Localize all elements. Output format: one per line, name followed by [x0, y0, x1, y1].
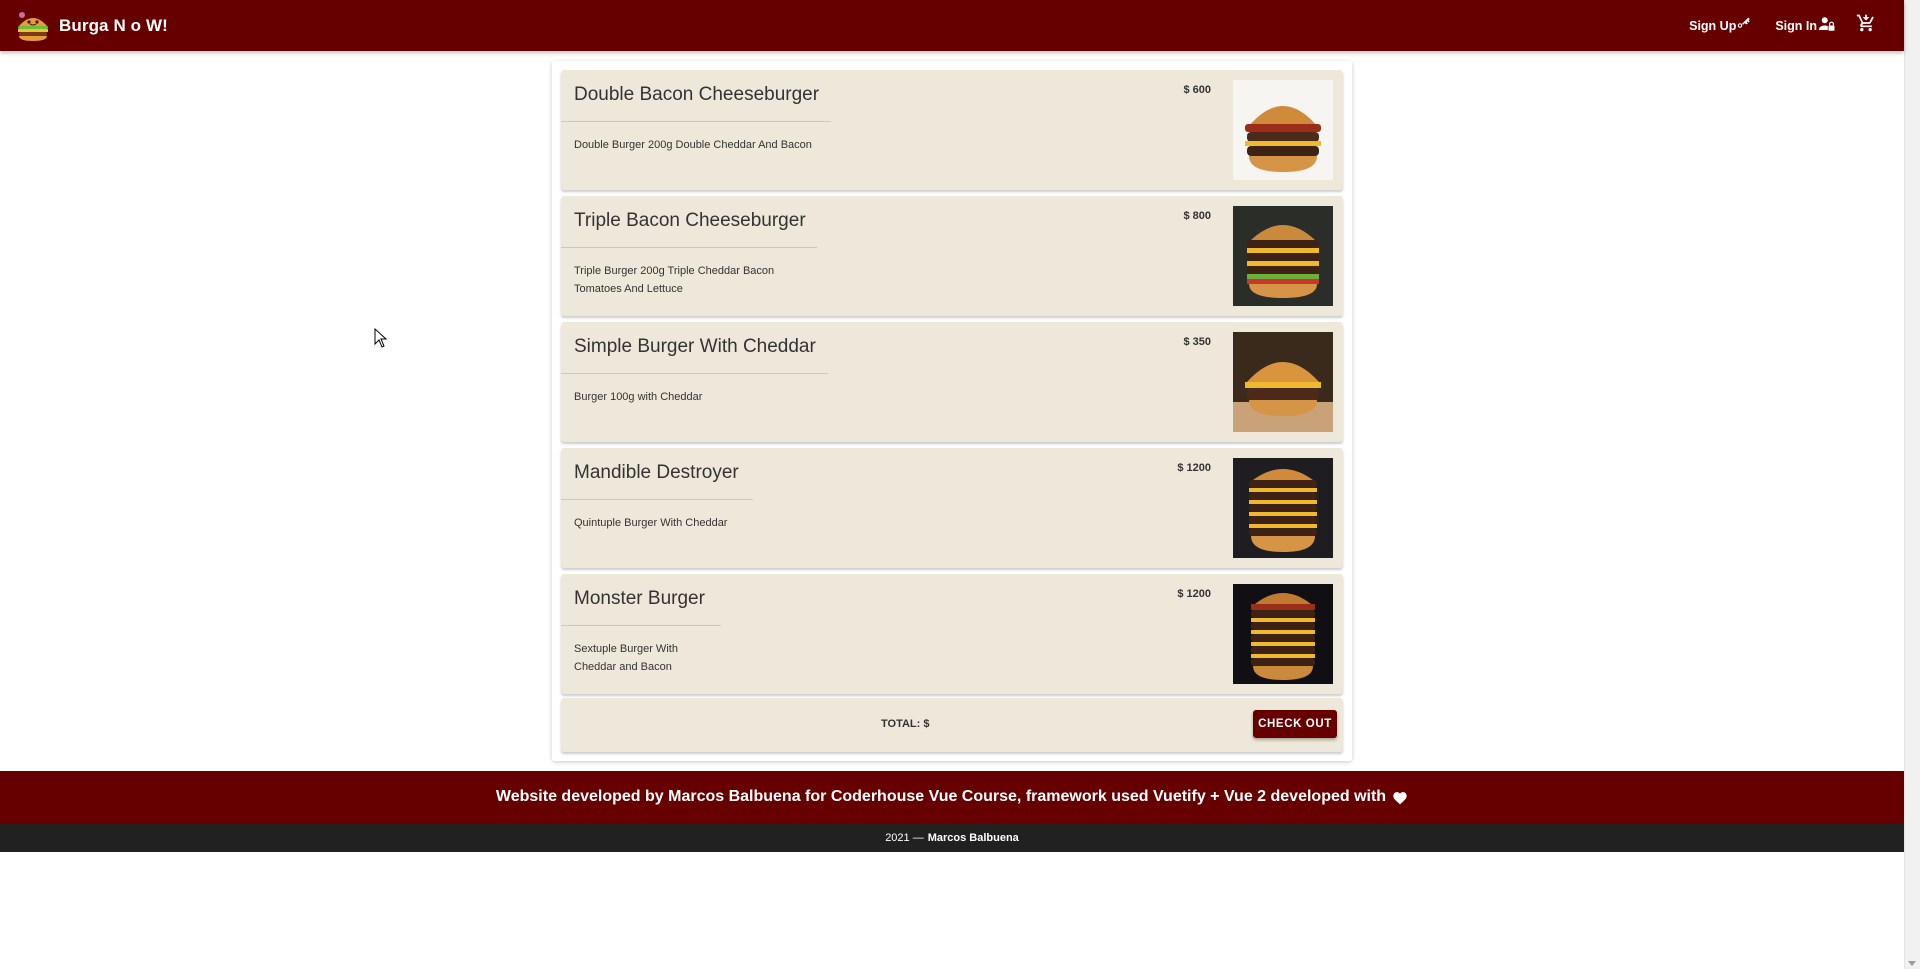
item-name: Double Bacon Cheeseburger [574, 84, 820, 105]
cart-item: Simple Burger With Cheddar Burger 100g w… [561, 322, 1343, 442]
cart-item: Triple Bacon Cheeseburger Triple Burger … [561, 196, 1343, 316]
vertical-scrollbar[interactable] [1904, 0, 1920, 969]
item-price: $ 600 [1183, 84, 1211, 96]
item-divider [561, 247, 817, 248]
item-divider [561, 625, 721, 626]
cart-item: Monster Burger Sextuple Burger With Ched… [561, 574, 1343, 694]
burger-logo-icon [15, 10, 51, 42]
cart-button[interactable] [1856, 13, 1876, 38]
burger-image [1233, 332, 1333, 432]
item-price: $ 1200 [1177, 462, 1211, 474]
page: Burga N o W! Sign Up Sign In Double Baco… [0, 0, 1920, 969]
item-price: $ 800 [1183, 210, 1211, 222]
item-description: Burger 100g with Cheddar [574, 391, 703, 403]
cart-item: Double Bacon Cheeseburger Double Burger … [561, 70, 1343, 190]
item-description: Double Burger 200g Double Cheddar And Ba… [574, 139, 812, 151]
scroll-down-arrow-icon[interactable] [1908, 961, 1916, 966]
footer-credit-text: Website developed by Marcos Balbuena for… [495, 788, 1387, 805]
footer-author: Marcos Balbuena [927, 831, 1019, 844]
brand-link[interactable]: Burga N o W! [15, 10, 168, 42]
checkout-button[interactable]: CHECK OUT [1253, 710, 1337, 738]
sign-up-label: Sign Up [1689, 18, 1737, 33]
item-name: Mandible Destroyer [574, 462, 739, 483]
sign-in-button[interactable]: Sign In [1775, 15, 1836, 36]
item-divider [561, 499, 753, 500]
item-divider [561, 121, 831, 122]
cart-item: Mandible Destroyer Quintuple Burger With… [561, 448, 1343, 568]
burger-image [1233, 80, 1333, 180]
burger-image [1233, 584, 1333, 684]
item-description: Quintuple Burger With Cheddar [574, 517, 728, 529]
brand-title: Burga N o W! [59, 15, 168, 35]
cart-total-bar: TOTAL: $ CHECK OUT [561, 698, 1343, 752]
cart-icon [1856, 13, 1876, 38]
sign-up-button[interactable]: Sign Up [1689, 15, 1755, 36]
sign-in-label: Sign In [1775, 18, 1817, 33]
item-description: Triple Burger 200g Triple Cheddar Bacon … [574, 265, 775, 295]
item-price: $ 350 [1183, 336, 1211, 348]
item-price: $ 1200 [1177, 588, 1211, 600]
app-bar: Burga N o W! Sign Up Sign In [0, 0, 1904, 51]
item-divider [561, 373, 828, 374]
heart-icon [1392, 790, 1408, 805]
footer-credit-bar: Website developed by Marcos Balbuena for… [0, 771, 1904, 823]
item-name: Triple Bacon Cheeseburger [574, 210, 806, 231]
total-label: TOTAL: $ [881, 718, 930, 730]
burger-image [1233, 206, 1333, 306]
burger-image [1233, 458, 1333, 558]
item-name: Simple Burger With Cheddar [574, 336, 816, 357]
footer-year: 2021 — [885, 831, 924, 844]
mouse-pointer-icon [374, 327, 388, 353]
item-name: Monster Burger [574, 588, 705, 609]
footer-copyright-bar: 2021 — Marcos Balbuena [0, 823, 1904, 852]
account-lock-icon [1817, 15, 1836, 36]
item-description: Sextuple Burger With Cheddar and Bacon [574, 643, 678, 673]
account-key-icon [1736, 15, 1755, 36]
cart-sheet: Double Bacon Cheeseburger Double Burger … [552, 61, 1352, 761]
